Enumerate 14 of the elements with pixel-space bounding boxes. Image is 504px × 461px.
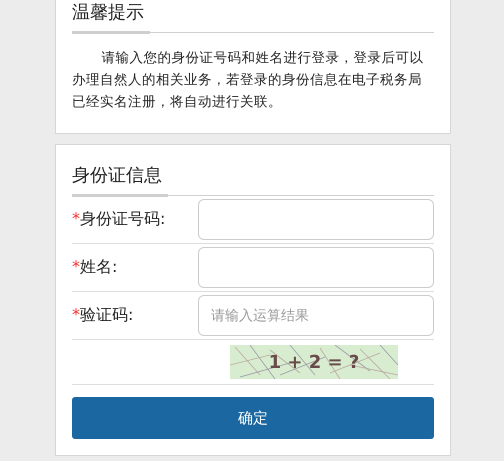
- captcha-image[interactable]: 1 + 2 = ?: [230, 345, 398, 379]
- required-mark: *: [72, 305, 80, 324]
- confirm-button[interactable]: 确定: [72, 397, 434, 439]
- section-title: 身份证信息: [72, 163, 168, 197]
- field-label: 身份证号码:: [80, 209, 166, 228]
- required-mark: *: [72, 209, 80, 228]
- notice-text: 请输入您的身份证号码和姓名进行登录，登录后可以办理自然人的相关业务，若登录的身份信息在电子税务局已经实名注册，将自动进行关联。: [72, 49, 425, 112]
- input-field[interactable]: [198, 199, 434, 240]
- field-label: 姓名:: [80, 257, 118, 276]
- input-field[interactable]: [198, 247, 434, 288]
- required-mark: *: [72, 257, 80, 276]
- field-label: 验证码:: [80, 305, 134, 324]
- section-title: 温馨提示: [72, 0, 150, 34]
- input-field[interactable]: 请输入运算结果: [198, 295, 434, 336]
